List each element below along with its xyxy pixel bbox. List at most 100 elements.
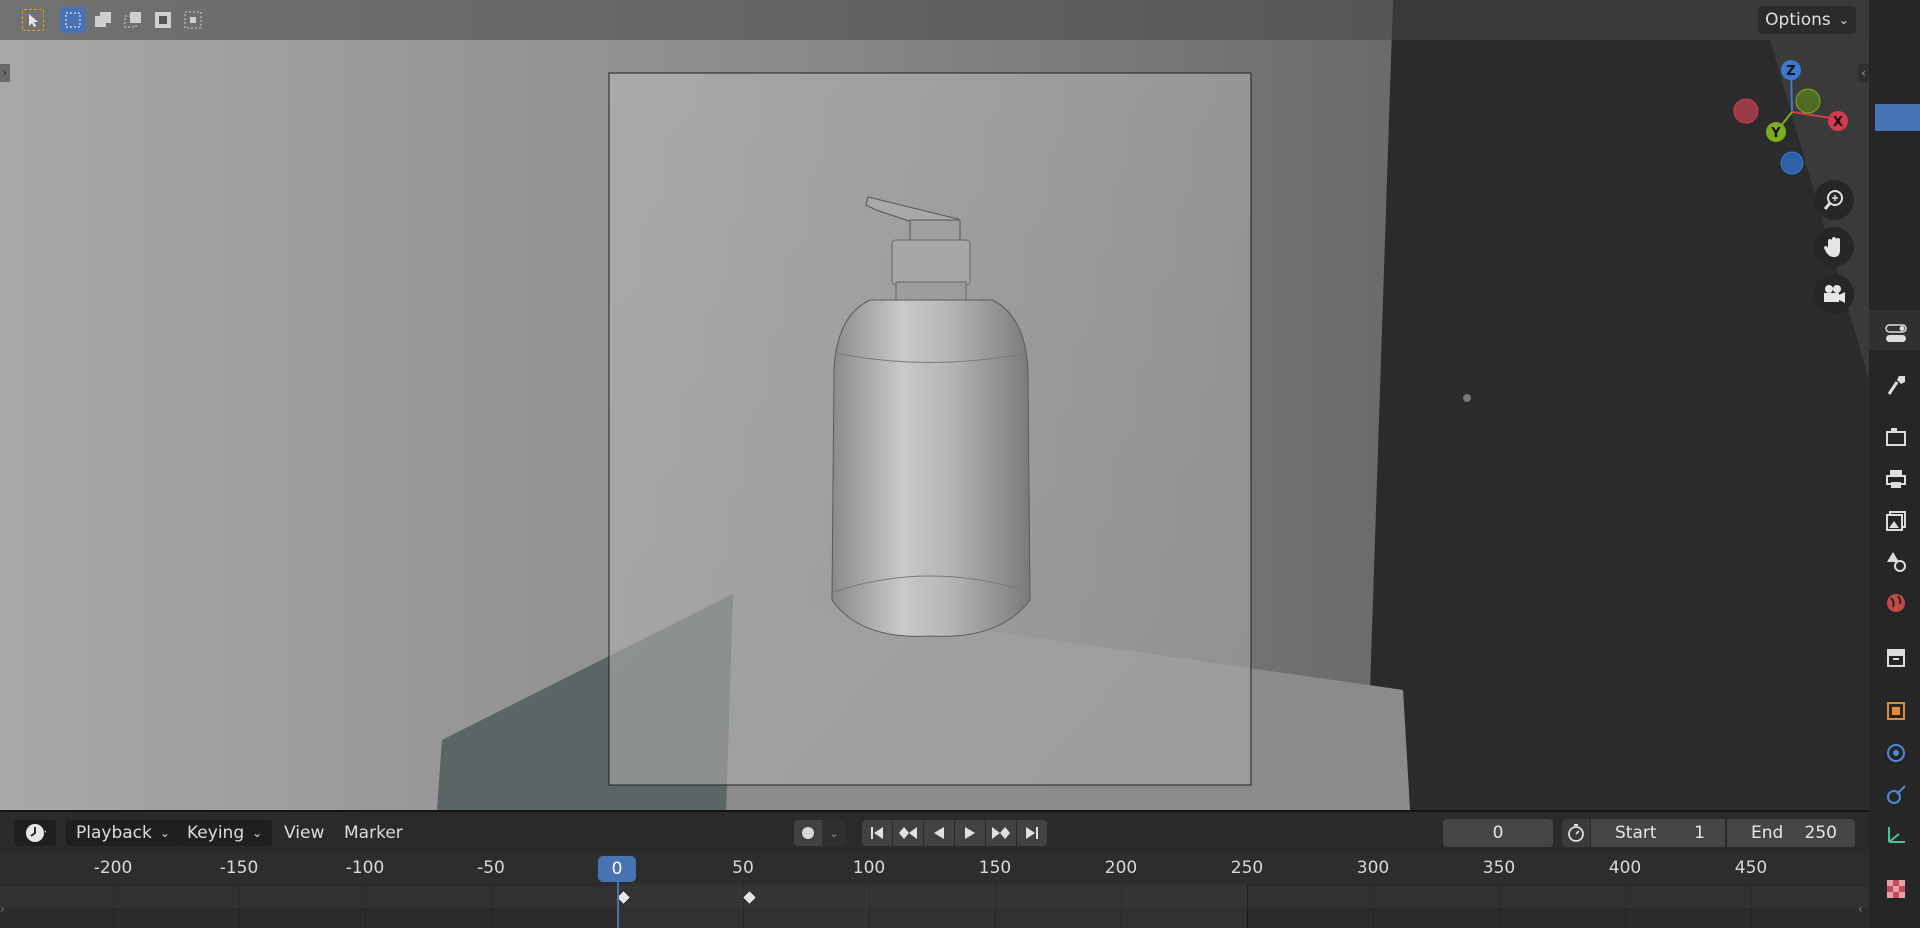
scene-render	[0, 0, 1869, 810]
viewport-header: Options ⌄	[0, 0, 1869, 40]
zoom-magnifier-icon	[1823, 190, 1843, 210]
constraints-tab[interactable]	[1883, 782, 1909, 808]
physics-tab[interactable]	[1883, 740, 1909, 766]
marker-menu[interactable]: Marker	[344, 820, 403, 846]
options-dropdown[interactable]: Options ⌄	[1758, 6, 1856, 34]
current-frame-value: 0	[1492, 823, 1504, 843]
render-camera-back-icon	[1886, 428, 1906, 446]
prev-keyframe-icon	[899, 827, 917, 839]
select-box-invert-button[interactable]	[150, 7, 176, 33]
outliner-selection-highlight	[1875, 104, 1920, 131]
navigation-gizmo[interactable]: Z X Y	[1720, 50, 1860, 180]
auto-keying-options-dropdown[interactable]: ⌄	[823, 820, 845, 846]
scene-shapes-icon	[1887, 552, 1906, 572]
select-box-new-button[interactable]	[60, 7, 86, 33]
select-cursor-tool[interactable]	[20, 7, 46, 33]
toolbar-expand-arrow-icon[interactable]: ›	[0, 64, 10, 82]
camera-view-button[interactable]	[1814, 274, 1854, 314]
output-tab[interactable]	[1883, 466, 1909, 492]
box-select-extend-icon	[95, 12, 111, 27]
keyframe-track-area[interactable]	[0, 882, 1869, 928]
texture-tab[interactable]	[1883, 876, 1909, 902]
stopwatch-icon	[1568, 824, 1584, 842]
data-tab[interactable]	[1883, 822, 1909, 848]
collection-tab[interactable]	[1883, 644, 1909, 670]
jump-to-end-button[interactable]	[1017, 820, 1047, 846]
chevron-down-icon: ⌄	[828, 826, 840, 840]
timeline-sidebar-arrow-icon[interactable]: ‹	[1858, 902, 1863, 916]
box-select-subtract-icon	[124, 12, 141, 28]
select-box-extend-button[interactable]	[90, 7, 116, 33]
keying-menu[interactable]: Keying ⌄	[177, 820, 273, 846]
select-box-subtract-button[interactable]	[120, 7, 146, 33]
editor-type-dropdown[interactable]	[14, 820, 56, 846]
printer-icon	[1886, 470, 1906, 488]
timeline-editor[interactable]: Playback ⌄ Keying ⌄ View Marker ⌄ 0 Star…	[0, 810, 1869, 928]
constraint-link-icon	[1887, 785, 1906, 804]
playhead-line	[617, 882, 619, 928]
object-cube-icon	[1887, 702, 1905, 720]
ruler-tick: -200	[93, 858, 133, 878]
ruler-tick: -150	[219, 858, 259, 878]
timeline-expand-arrow-icon[interactable]: ›	[0, 902, 5, 916]
screwdriver-wrench-icon	[1887, 376, 1905, 395]
playback-menu[interactable]: Playback ⌄	[66, 820, 180, 846]
axes-data-icon	[1888, 827, 1905, 843]
next-keyframe-icon	[992, 827, 1010, 839]
view-menu[interactable]: View	[284, 820, 324, 846]
marker-label: Marker	[344, 823, 403, 843]
camera-icon	[1824, 285, 1845, 303]
tool-tab[interactable]	[1883, 372, 1909, 398]
ruler-tick: 300	[1356, 858, 1390, 878]
neg-z-axis-icon[interactable]	[1780, 151, 1804, 175]
tool-settings-tab[interactable]	[1883, 320, 1909, 346]
ruler-tick: 50	[732, 858, 754, 878]
playhead-label: 0	[611, 859, 623, 879]
zoom-button[interactable]	[1814, 180, 1854, 220]
physics-orbit-icon	[1887, 744, 1905, 762]
start-label: Start	[1615, 823, 1657, 843]
preview-range-toggle[interactable]	[1562, 819, 1590, 847]
chevron-down-icon: ⌄	[1838, 13, 1849, 27]
keying-label: Keying	[187, 823, 245, 843]
ruler-tick: -100	[345, 858, 385, 878]
selection-mode-tools	[20, 7, 206, 33]
neg-x-axis-icon[interactable]	[1733, 98, 1759, 124]
view-layer-tab[interactable]	[1883, 508, 1909, 534]
options-label: Options	[1765, 10, 1831, 30]
object-tab[interactable]	[1883, 698, 1909, 724]
pan-button[interactable]	[1814, 227, 1854, 267]
jump-to-start-button[interactable]	[862, 820, 892, 846]
ruler-tick: 150	[978, 858, 1012, 878]
frame-ruler[interactable]: -200 -150 -100 -50 50 100 150 200 250 30…	[0, 852, 1869, 884]
play-reverse-icon	[934, 827, 944, 839]
end-value: 250	[1804, 823, 1837, 843]
prev-keyframe-button[interactable]	[893, 820, 923, 846]
start-value: 1	[1694, 823, 1705, 843]
render-tab[interactable]	[1883, 424, 1909, 450]
auto-keying-toggle[interactable]	[794, 820, 822, 846]
next-keyframe-button[interactable]	[986, 820, 1016, 846]
world-tab[interactable]	[1883, 590, 1909, 616]
playback-label: Playback	[76, 823, 152, 843]
scene-tab[interactable]	[1883, 548, 1909, 574]
x-axis-label: X	[1833, 115, 1843, 130]
3d-viewport[interactable]: Options ⌄ › ‹ Z X Y	[0, 0, 1869, 810]
current-frame-field[interactable]: 0	[1443, 819, 1553, 847]
play-reverse-button[interactable]	[924, 820, 954, 846]
ruler-tick: 100	[852, 858, 886, 878]
collection-box-icon	[1887, 649, 1905, 667]
select-box-intersect-button[interactable]	[180, 7, 206, 33]
jump-end-icon	[1026, 827, 1038, 839]
playhead-frame-indicator[interactable]: 0	[598, 856, 636, 882]
play-icon	[965, 827, 975, 839]
ruler-tick: 250	[1230, 858, 1264, 878]
chevron-down-icon: ⌄	[252, 826, 263, 840]
neg-y-axis-icon[interactable]	[1795, 88, 1821, 114]
start-frame-field[interactable]: Start 1	[1591, 819, 1725, 847]
hand-icon	[1824, 237, 1840, 257]
play-button[interactable]	[955, 820, 985, 846]
timeline-header: Playback ⌄ Keying ⌄ View Marker ⌄ 0 Star…	[0, 810, 1869, 854]
image-layers-icon	[1886, 511, 1906, 531]
end-frame-field[interactable]: End 250	[1727, 819, 1855, 847]
